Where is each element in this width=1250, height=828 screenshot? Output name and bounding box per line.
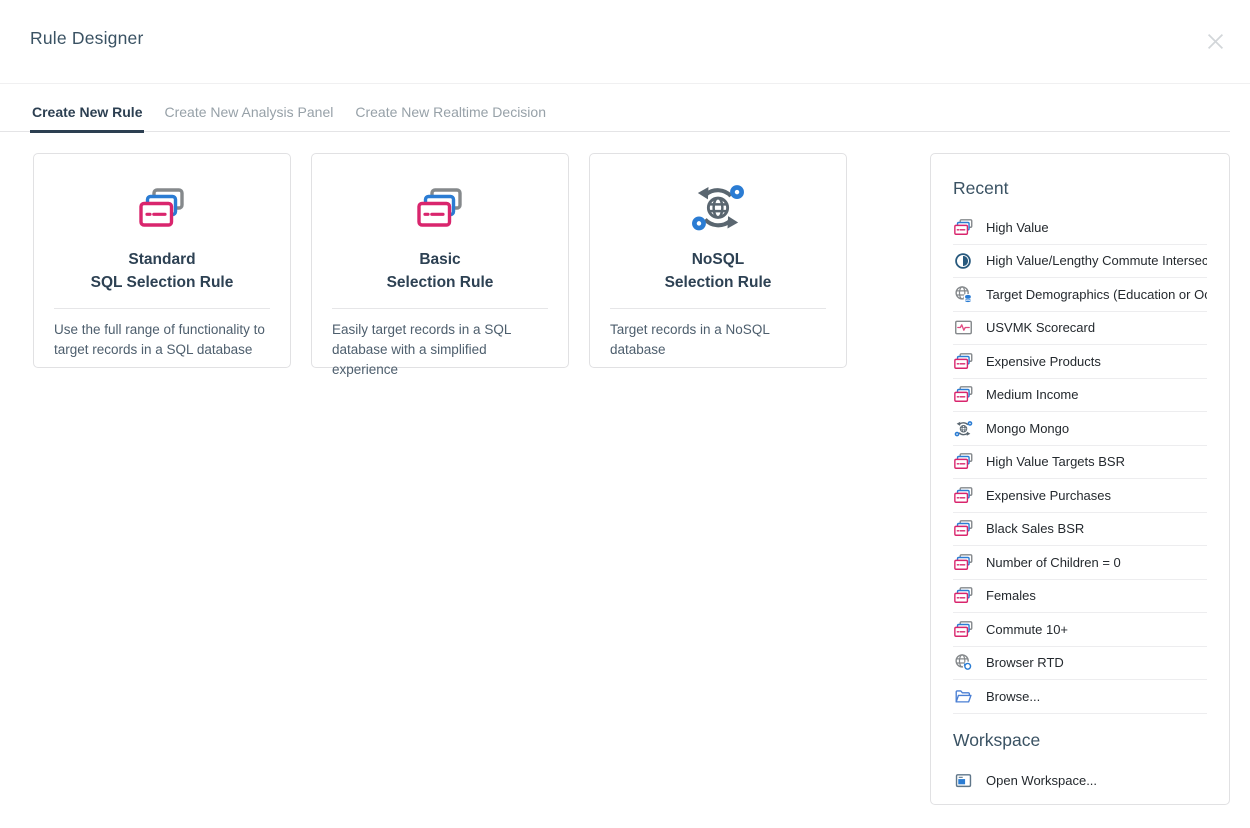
- recent-item-black-sales-bsr[interactable]: Black Sales BSR: [953, 513, 1207, 547]
- selection-rule-icon: [34, 180, 290, 236]
- recent-item-mongo-mongo[interactable]: Mongo Mongo: [953, 412, 1207, 446]
- selection-rule-icon: [953, 487, 973, 504]
- recent-item-label: High Value: [986, 220, 1049, 235]
- workspace-heading: Workspace: [953, 730, 1207, 751]
- recent-item-label: Expensive Products: [986, 354, 1101, 369]
- recent-item-label: USVMK Scorecard: [986, 320, 1095, 335]
- recent-item-expensive-purchases[interactable]: Expensive Purchases: [953, 479, 1207, 513]
- tab-create-new-rule[interactable]: Create New Rule: [30, 99, 144, 133]
- card-standard-sql-selection-rule[interactable]: StandardSQL Selection Rule Use the full r…: [33, 153, 291, 368]
- selection-rule-icon: [953, 453, 973, 470]
- recent-item-label: High Value Targets BSR: [986, 454, 1125, 469]
- browser-rtd-icon: [953, 653, 973, 672]
- recent-item-browse[interactable]: Browse...: [953, 680, 1207, 714]
- recent-panel: Recent High Value High Value/Lengthy Comm…: [930, 153, 1230, 805]
- card-divider: [332, 308, 548, 309]
- recent-item-browser-rtd[interactable]: Browser RTD: [953, 647, 1207, 681]
- recent-item-commute-10[interactable]: Commute 10+: [953, 613, 1207, 647]
- nosql-icon: [953, 420, 973, 438]
- selection-rule-icon: [953, 554, 973, 571]
- selection-rule-icon: [953, 520, 973, 537]
- selection-rule-icon: [312, 180, 568, 236]
- intersect-icon: [953, 252, 973, 270]
- workspace-item-label: Open Workspace...: [986, 773, 1097, 788]
- tab-bar: Create New Rule Create New Analysis Panel…: [0, 99, 1230, 132]
- recent-item-high-value-targets-bsr[interactable]: High Value Targets BSR: [953, 446, 1207, 480]
- workspace-list: Open Workspace...: [953, 763, 1207, 799]
- card-title: BasicSelection Rule: [312, 248, 568, 295]
- recent-item-label: Number of Children = 0: [986, 555, 1121, 570]
- card-title-line: NoSQL: [590, 248, 846, 271]
- recent-item-label: Black Sales BSR: [986, 521, 1084, 536]
- nosql-icon: [590, 180, 846, 236]
- card-nosql-selection-rule[interactable]: NoSQLSelection Rule Target records in a N…: [589, 153, 847, 368]
- recent-list: High Value High Value/Lengthy Commute Int…: [953, 211, 1207, 714]
- recent-item-label: Commute 10+: [986, 622, 1068, 637]
- recent-item-high-value[interactable]: High Value: [953, 211, 1207, 245]
- recent-item-label: High Value/Lengthy Commute Intersect: [986, 253, 1207, 268]
- recent-item-medium-income[interactable]: Medium Income: [953, 379, 1207, 413]
- tab-create-new-realtime-decision[interactable]: Create New Realtime Decision: [353, 99, 548, 133]
- selection-rule-icon: [953, 219, 973, 236]
- recent-item-usvmk-scorecard[interactable]: USVMK Scorecard: [953, 312, 1207, 346]
- folder-open-icon: [953, 687, 973, 706]
- selection-rule-icon: [953, 353, 973, 370]
- card-title: NoSQLSelection Rule: [590, 248, 846, 295]
- card-basic-selection-rule[interactable]: BasicSelection RuleEasily target records…: [311, 153, 569, 368]
- selection-rule-icon: [953, 621, 973, 638]
- card-divider: [610, 308, 826, 309]
- card-title: StandardSQL Selection Rule: [34, 248, 290, 295]
- recent-heading: Recent: [953, 178, 1207, 199]
- card-description: Use the full range of functionality to t…: [54, 320, 270, 361]
- scorecard-icon: [953, 318, 973, 337]
- card-divider: [54, 308, 270, 309]
- recent-item-number-of-children-0[interactable]: Number of Children = 0: [953, 546, 1207, 580]
- recent-item-label: Females: [986, 588, 1036, 603]
- recent-item-expensive-products[interactable]: Expensive Products: [953, 345, 1207, 379]
- recent-item-label: Expensive Purchases: [986, 488, 1111, 503]
- rule-type-cards: StandardSQL Selection Rule Use the full r…: [33, 153, 847, 368]
- recent-item-females[interactable]: Females: [953, 580, 1207, 614]
- card-title-line: Basic: [312, 248, 568, 271]
- recent-item-label: Browser RTD: [986, 655, 1064, 670]
- selection-rule-icon: [953, 587, 973, 604]
- card-title-line: Selection Rule: [312, 271, 568, 294]
- page-title: Rule Designer: [30, 28, 144, 49]
- close-icon[interactable]: [1207, 33, 1224, 50]
- header-divider: [0, 83, 1250, 84]
- globe-data-icon: [953, 285, 973, 304]
- card-description: Easily target records in a SQL database …: [332, 320, 548, 381]
- recent-item-label: Target Demographics (Education or Oc...: [986, 287, 1207, 302]
- workspace-item-open-workspace[interactable]: Open Workspace...: [953, 763, 1207, 799]
- card-description: Target records in a NoSQL database: [610, 320, 826, 361]
- card-title-line: Selection Rule: [590, 271, 846, 294]
- card-title-line: Standard: [34, 248, 290, 271]
- recent-item-high-value-lengthy-commute-intersect[interactable]: High Value/Lengthy Commute Intersect: [953, 245, 1207, 279]
- recent-item-label: Browse...: [986, 689, 1040, 704]
- workspace-icon: [953, 771, 973, 790]
- selection-rule-icon: [953, 386, 973, 403]
- recent-item-label: Medium Income: [986, 387, 1078, 402]
- card-title-line: SQL Selection Rule: [34, 271, 290, 294]
- recent-item-label: Mongo Mongo: [986, 421, 1069, 436]
- recent-item-target-demographics-education-or-oc[interactable]: Target Demographics (Education or Oc...: [953, 278, 1207, 312]
- rule-designer-dialog: Rule Designer Create New RuleCreate New …: [0, 0, 1250, 828]
- tab-create-new-analysis-panel[interactable]: Create New Analysis Panel: [162, 99, 335, 133]
